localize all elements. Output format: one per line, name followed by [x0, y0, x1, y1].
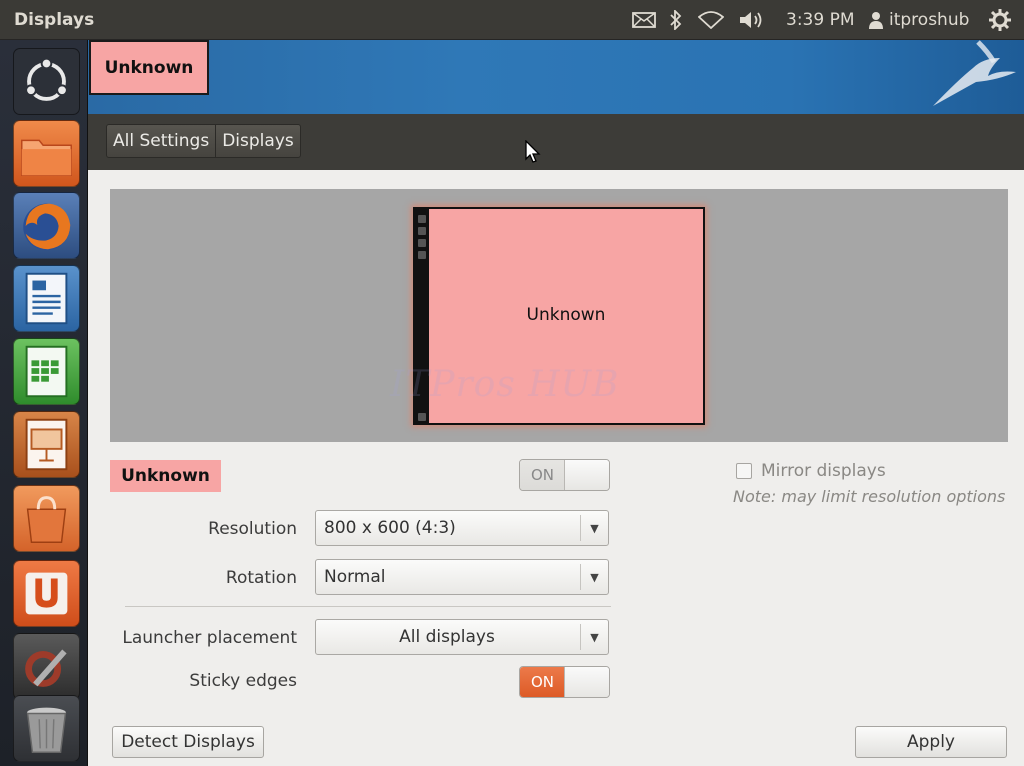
- mirror-displays-option[interactable]: Mirror displays: [736, 461, 886, 481]
- clock[interactable]: 3:39 PM: [786, 0, 855, 40]
- writer-button[interactable]: [13, 265, 80, 332]
- detect-displays-button[interactable]: Detect Displays: [112, 726, 264, 758]
- mirror-displays-checkbox[interactable]: [736, 463, 752, 479]
- display-tab[interactable]: Unknown: [89, 40, 209, 95]
- header-banner: [88, 40, 1024, 114]
- dash-home-button[interactable]: [13, 48, 80, 115]
- ubuntu-one-icon: [25, 572, 68, 615]
- window-title: Displays: [14, 10, 95, 30]
- mouse-cursor-icon: [525, 140, 541, 163]
- user-icon: [868, 0, 884, 40]
- firefox-icon: [23, 203, 71, 251]
- document-icon: [25, 272, 68, 325]
- launcher-placement-dropdown[interactable]: All displays ▼: [315, 619, 609, 655]
- seagull-icon: [933, 40, 1016, 106]
- resolution-dropdown[interactable]: 800 x 600 (4:3) ▼: [315, 510, 609, 546]
- trash-button[interactable]: [13, 695, 80, 762]
- ubuntu-one-button[interactable]: [13, 560, 80, 627]
- mirror-displays-label: Mirror displays: [761, 461, 886, 481]
- monitor-arrangement-area: Unknown ITPros HUB: [110, 189, 1008, 442]
- presentation-icon: [25, 418, 68, 471]
- breadcrumb-displays[interactable]: Displays: [216, 125, 300, 157]
- gear-icon[interactable]: [988, 0, 1012, 40]
- mail-icon[interactable]: [632, 0, 656, 40]
- breadcrumb-all-settings[interactable]: All Settings: [107, 125, 215, 157]
- chevron-down-icon: ▼: [580, 515, 608, 541]
- display-power-switch[interactable]: ON: [519, 459, 610, 491]
- rotation-dropdown[interactable]: Normal ▼: [315, 559, 609, 595]
- chevron-down-icon: ▼: [580, 624, 608, 650]
- system-settings-button[interactable]: [13, 633, 80, 700]
- software-center-button[interactable]: [13, 485, 80, 552]
- calc-button[interactable]: [13, 338, 80, 405]
- impress-button[interactable]: [13, 411, 80, 478]
- launcher-placement-label: Launcher placement: [122, 628, 297, 648]
- top-panel: Displays 3:39 PM itproshub: [0, 0, 1024, 40]
- resolution-label: Resolution: [208, 519, 297, 539]
- volume-icon[interactable]: [738, 0, 766, 40]
- switch-state-label: ON: [520, 460, 565, 490]
- rotation-label: Rotation: [225, 568, 297, 588]
- wifi-icon[interactable]: [698, 0, 724, 40]
- apply-button[interactable]: Apply: [855, 726, 1007, 758]
- sticky-edges-label: Sticky edges: [189, 671, 297, 691]
- bluetooth-icon[interactable]: [670, 0, 682, 40]
- switch-knob: [564, 667, 609, 697]
- ubuntu-logo-icon: [25, 57, 68, 101]
- firefox-button[interactable]: [13, 192, 80, 259]
- watermark: ITPros HUB: [390, 364, 620, 405]
- resolution-value: 800 x 600 (4:3): [324, 518, 456, 538]
- switch-state-label: ON: [520, 667, 565, 697]
- folder-icon: [21, 139, 72, 177]
- username[interactable]: itproshub: [889, 0, 969, 40]
- section-divider: [125, 606, 611, 607]
- switch-knob: [564, 460, 609, 490]
- launcher-placement-value: All displays: [399, 627, 495, 647]
- chevron-down-icon: ▼: [580, 564, 608, 590]
- sticky-edges-switch[interactable]: ON: [519, 666, 610, 698]
- launcher: [0, 40, 88, 766]
- monitor-label: Unknown: [526, 305, 606, 325]
- files-button[interactable]: [13, 120, 80, 187]
- mirror-note: Note: may limit resolution options: [733, 487, 1006, 506]
- displays-window: Unknown All Settings Displays Unknown IT…: [88, 40, 1024, 766]
- trash-icon: [26, 707, 67, 753]
- tools-icon: [25, 649, 67, 687]
- breadcrumb: All Settings Displays: [106, 124, 301, 158]
- display-name-label: Unknown: [110, 460, 221, 492]
- toolbar: All Settings Displays: [88, 114, 1024, 170]
- rotation-value: Normal: [324, 567, 386, 587]
- spreadsheet-icon: [25, 345, 68, 398]
- shopping-bag-icon: [26, 496, 67, 543]
- settings-content: Unknown ITPros HUB Unknown ON Mirror dis…: [88, 170, 1024, 766]
